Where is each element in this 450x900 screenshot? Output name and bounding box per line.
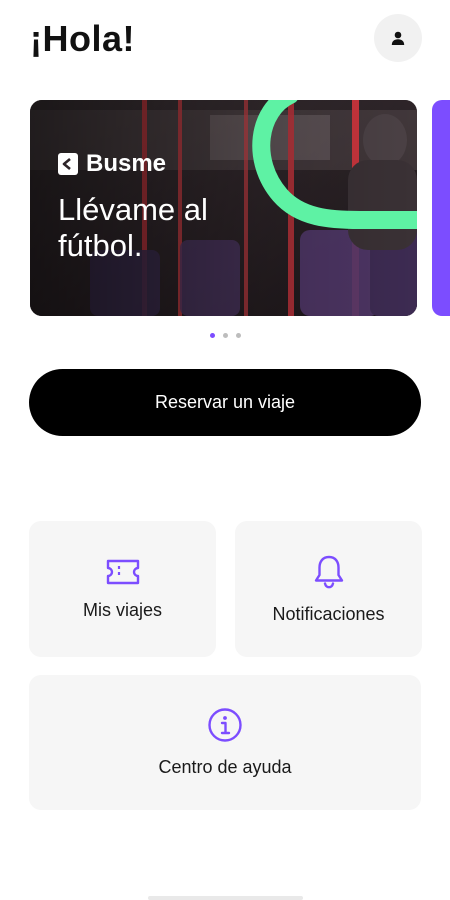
my-trips-tile[interactable]: Mis viajes: [29, 521, 216, 657]
home-indicator: [148, 896, 303, 900]
my-trips-label: Mis viajes: [82, 599, 162, 620]
bell-icon: [314, 555, 343, 588]
person-icon: [391, 31, 405, 45]
promo-slogan: Llévame al fútbol.: [58, 192, 208, 263]
carousel-dot-3[interactable]: [235, 333, 241, 338]
notifications-label: Notificaciones: [272, 603, 385, 624]
header: ¡Hola!: [0, 0, 450, 90]
busme-logo-icon: [58, 153, 78, 175]
ticket-icon: [106, 559, 139, 584]
next-promo-banner[interactable]: [432, 100, 450, 316]
reserve-trip-button[interactable]: Reservar un viaje: [29, 369, 421, 436]
brand-name: Busme: [86, 150, 167, 177]
help-center-label: Centro de ayuda: [158, 757, 292, 777]
info-icon: [208, 708, 242, 742]
page-title: ¡Hola!: [30, 18, 135, 59]
profile-button[interactable]: [374, 14, 422, 62]
carousel-pagination[interactable]: [0, 333, 450, 338]
brand-logo: Busme: [58, 150, 166, 178]
promo-carousel[interactable]: Busme Llévame al fútbol.: [0, 100, 450, 320]
promo-banner[interactable]: Busme Llévame al fútbol.: [30, 100, 417, 316]
carousel-dot-1[interactable]: [209, 333, 215, 338]
carousel-dot-2[interactable]: [222, 333, 228, 338]
notifications-tile[interactable]: Notificaciones: [235, 521, 422, 657]
help-center-tile[interactable]: Centro de ayuda: [29, 675, 421, 810]
